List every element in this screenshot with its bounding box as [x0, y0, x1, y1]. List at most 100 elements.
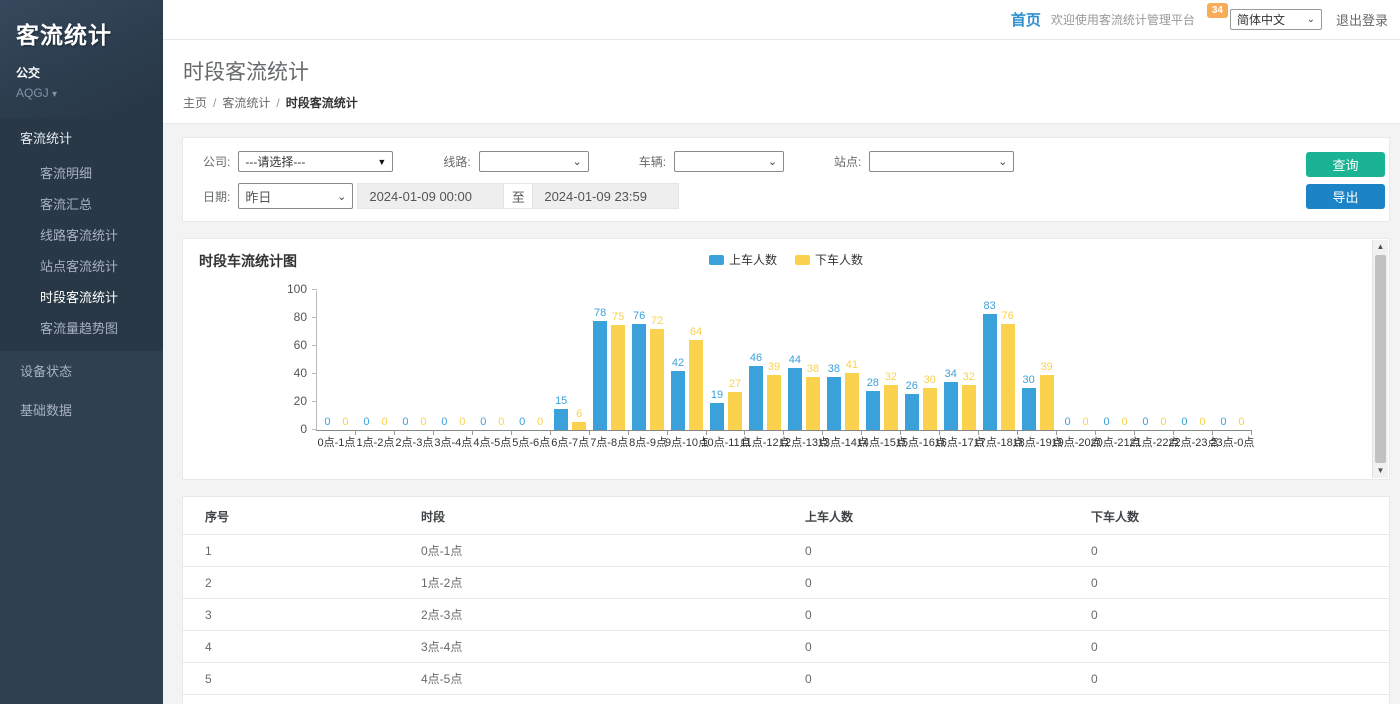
table-header-cell: 上车人数 — [797, 497, 1083, 535]
sidebar-subitem-客流汇总[interactable]: 客流汇总 — [0, 188, 163, 219]
date-start-input[interactable]: 2024-01-09 00:00 — [357, 183, 504, 209]
bar-group: 0023点-0点 — [1213, 291, 1252, 430]
sidebar-subitem-客流量趋势图[interactable]: 客流量趋势图 — [0, 312, 163, 343]
bar-下车人数[interactable] — [962, 385, 976, 430]
date-preset-select[interactable]: 昨日 ⌄ — [238, 183, 353, 209]
bar-slot: 78 — [593, 291, 607, 430]
bar-上车人数[interactable] — [1022, 388, 1036, 430]
bar-value-label: 26 — [906, 380, 918, 392]
bar-value-label: 0 — [1220, 416, 1226, 428]
company-value: ---请选择--- — [245, 153, 305, 170]
bar-上车人数[interactable] — [554, 409, 568, 430]
bar-value-label: 0 — [402, 416, 408, 428]
bar-下车人数[interactable] — [923, 388, 937, 430]
scrollbar-thumb[interactable] — [1375, 255, 1386, 463]
bar-value-label: 0 — [420, 416, 426, 428]
bar-slot: 19 — [710, 291, 724, 430]
bar-group: 42649点-10点 — [668, 291, 707, 430]
bar-下车人数[interactable] — [845, 373, 859, 430]
bar-slot: 0 — [1216, 291, 1230, 430]
date-end-input[interactable]: 2024-01-09 23:59 — [532, 183, 679, 209]
x-axis-label: 4点-5点 — [473, 434, 511, 450]
bar-value-label: 64 — [690, 326, 702, 338]
bar-下车人数[interactable] — [767, 375, 781, 430]
line-select[interactable]: ⌄ — [479, 151, 589, 172]
bar-上车人数[interactable] — [593, 321, 607, 430]
bar-group: 76728点-9点 — [629, 291, 668, 430]
sidebar-item-基础数据[interactable]: 基础数据 — [0, 390, 163, 429]
table-cell: 4点-5点 — [413, 663, 797, 695]
bar-group: 0020点-21点 — [1096, 291, 1135, 430]
bar-slot: 0 — [476, 291, 490, 430]
bar-上车人数[interactable] — [749, 366, 763, 430]
bar-上车人数[interactable] — [905, 394, 919, 430]
bar-上车人数[interactable] — [788, 368, 802, 430]
x-axis-label: 23点-0点 — [1210, 434, 1254, 450]
scroll-up-arrow-icon[interactable]: ▲ — [1373, 240, 1388, 254]
bar-下车人数[interactable] — [1001, 324, 1015, 430]
bar-上车人数[interactable] — [866, 391, 880, 430]
legend-item[interactable]: 下车人数 — [795, 251, 863, 268]
bar-value-label: 0 — [1181, 416, 1187, 428]
bar-上车人数[interactable] — [827, 377, 841, 430]
legend-item[interactable]: 上车人数 — [709, 251, 777, 268]
bar-slot: 64 — [689, 291, 703, 430]
bar-上车人数[interactable] — [944, 382, 958, 430]
bar-value-label: 0 — [1199, 416, 1205, 428]
language-select[interactable]: 简体中文 ⌄ — [1230, 9, 1322, 30]
bar-slot: 39 — [767, 291, 781, 430]
bar-value-label: 0 — [1065, 416, 1071, 428]
sidebar-subitem-时段客流统计[interactable]: 时段客流统计 — [0, 281, 163, 312]
query-button[interactable]: 查询 — [1306, 152, 1385, 177]
station-select[interactable]: ⌄ — [869, 151, 1014, 172]
notification-badge[interactable]: 34 — [1207, 3, 1228, 18]
table-row: 65点-6点00 — [183, 695, 1389, 704]
vehicle-select[interactable]: ⌄ — [674, 151, 784, 172]
bar-下车人数[interactable] — [572, 422, 586, 430]
bar-value-label: 0 — [480, 416, 486, 428]
user-menu[interactable]: AQGJ ▾ — [16, 86, 147, 100]
bar-group: 463911点-12点 — [745, 291, 784, 430]
sidebar-subitem-客流明细[interactable]: 客流明细 — [0, 157, 163, 188]
bar-value-label: 0 — [1160, 416, 1166, 428]
bar-上车人数[interactable] — [983, 314, 997, 430]
sidebar-subitem-线路客流统计[interactable]: 线路客流统计 — [0, 219, 163, 250]
breadcrumb-item[interactable]: 主页 — [183, 96, 207, 110]
sidebar-subitem-站点客流统计[interactable]: 站点客流统计 — [0, 250, 163, 281]
scroll-down-arrow-icon[interactable]: ▼ — [1373, 464, 1388, 478]
chart-scrollbar[interactable]: ▲ ▼ — [1372, 240, 1388, 478]
chevron-down-icon: ▾ — [52, 89, 57, 100]
bar-value-label: 44 — [789, 354, 801, 366]
logout-link[interactable]: 退出登录 — [1336, 10, 1388, 29]
bar-value-label: 15 — [555, 395, 567, 407]
bar-下车人数[interactable] — [611, 325, 625, 430]
bar-slot: 27 — [728, 291, 742, 430]
bar-下车人数[interactable] — [884, 385, 898, 430]
bar-value-label: 0 — [537, 416, 543, 428]
bar-下车人数[interactable] — [650, 329, 664, 430]
sidebar-item-客流统计[interactable]: 客流统计 — [0, 118, 163, 157]
bar-上车人数[interactable] — [632, 324, 646, 430]
company-select[interactable]: ---请选择--- ▼ — [238, 151, 393, 172]
nav-home-link[interactable]: 首页 — [1011, 9, 1041, 30]
bar-上车人数[interactable] — [671, 371, 685, 430]
table-row: 32点-3点00 — [183, 599, 1389, 631]
bar-value-label: 0 — [441, 416, 447, 428]
bar-slot: 26 — [905, 291, 919, 430]
bar-下车人数[interactable] — [1040, 375, 1054, 430]
breadcrumb-item[interactable]: 客流统计 — [222, 96, 270, 110]
chart-panel: 时段车流统计图 上车人数下车人数 020406080100000点-1点001点… — [182, 238, 1390, 480]
bar-slot: 76 — [1001, 291, 1015, 430]
bar-上车人数[interactable] — [710, 403, 724, 430]
table-header-cell: 下车人数 — [1083, 497, 1389, 535]
export-button[interactable]: 导出 — [1306, 184, 1385, 209]
bar-下车人数[interactable] — [728, 392, 742, 430]
bar-下车人数[interactable] — [689, 340, 703, 430]
breadcrumb-separator: / — [207, 96, 222, 110]
bar-下车人数[interactable] — [806, 377, 820, 430]
legend-swatch-icon — [795, 255, 810, 265]
bar-group: 443812点-13点 — [784, 291, 823, 430]
breadcrumb-item: 时段客流统计 — [286, 96, 358, 110]
sidebar-item-设备状态[interactable]: 设备状态 — [0, 351, 163, 390]
table-cell: 2点-3点 — [413, 599, 797, 631]
